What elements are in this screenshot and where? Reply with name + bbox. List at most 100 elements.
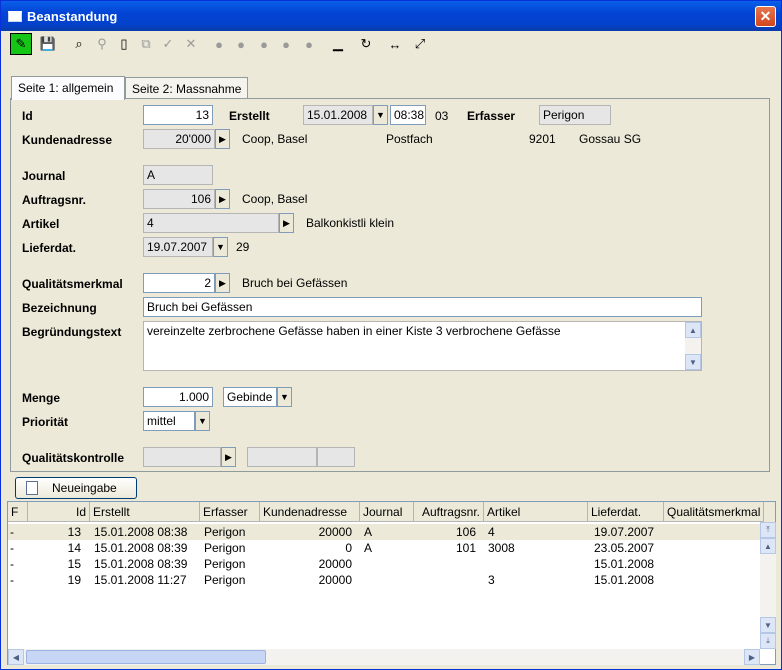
erstellt-date-field[interactable]: 15.01.2008: [303, 105, 373, 125]
grid-cell-erfasser: Perigon: [204, 557, 246, 571]
table-row[interactable]: - 19 15.01.2008 11:27 Perigon 20000 3 15.01.20…: [8, 572, 760, 588]
scroll-left-icon[interactable]: ◀: [8, 649, 24, 665]
minimize-button[interactable]: ▁: [327, 33, 349, 55]
erfasser-label: Erfasser: [467, 109, 516, 123]
chevron-down-icon: ▼: [198, 416, 207, 426]
scroll-up-icon[interactable]: ▲: [685, 322, 701, 338]
menge-unit-select[interactable]: Gebinde: [223, 387, 277, 407]
grid-vertical-scrollbar[interactable]: ⤒ ▲ ▼ ⤓: [760, 522, 776, 649]
kunde-postfach: Postfach: [386, 132, 433, 146]
qualitaetsmerkmal-lookup-button[interactable]: ▶: [215, 273, 230, 293]
qualitaetskontrolle-field-2[interactable]: [247, 447, 317, 467]
grid-column-header[interactable]: Artikel: [484, 502, 588, 522]
fit-width-icon: ↔: [388, 36, 402, 52]
scroll-top-icon[interactable]: ⤒: [760, 522, 776, 538]
table-row[interactable]: - 13 15.01.2008 08:38 Perigon 20000 A 106 4 19.0…: [8, 524, 760, 540]
artikel-field[interactable]: 4: [143, 213, 279, 233]
first-button[interactable]: ●: [208, 33, 230, 55]
table-row[interactable]: - 15 15.01.2008 08:39 Perigon 20000 15.01.200…: [8, 556, 760, 572]
scroll-bottom-icon[interactable]: ⤓: [760, 633, 776, 649]
app-window-icon: [8, 11, 22, 22]
approve-button[interactable]: ✓: [157, 33, 179, 55]
binoculars-icon: ⌕: [75, 36, 83, 51]
close-button[interactable]: ✕: [755, 6, 776, 27]
kundenadresse-lookup-button[interactable]: ▶: [215, 129, 230, 149]
auftragsnr-lookup-button[interactable]: ▶: [215, 189, 230, 209]
horizontal-scroll-thumb[interactable]: [26, 650, 266, 664]
refresh-button[interactable]: ↻: [355, 33, 377, 55]
stop-icon: ●: [260, 36, 268, 52]
chevron-down-icon: ▼: [280, 392, 289, 402]
journal-field[interactable]: A: [143, 165, 213, 185]
qualitaetskontrolle-field-3[interactable]: [317, 447, 355, 467]
auftragsnr-label: Auftragsnr.: [22, 193, 87, 207]
delete-icon: ✕: [185, 36, 197, 51]
table-row[interactable]: - 14 15.01.2008 08:39 Perigon 0 A 101 3008 23.05…: [8, 540, 760, 556]
edit-pencil-button[interactable]: ✎: [10, 33, 32, 55]
neueingabe-button[interactable]: Neueingabe: [15, 477, 137, 499]
lieferdat-dropdown[interactable]: ▼: [213, 237, 228, 257]
journal-label: Journal: [22, 169, 66, 183]
begruendung-scrollbar[interactable]: ▲ ▼: [685, 322, 701, 370]
grid-column-header[interactable]: Id: [28, 502, 90, 522]
save-button[interactable]: 💾: [37, 33, 59, 55]
prev-button[interactable]: ●: [230, 33, 252, 55]
erstellt-extra: 03: [435, 109, 449, 123]
grid-column-header[interactable]: Auftragsnr.: [414, 502, 484, 522]
beanstandung-window: Beanstandung ✕ ✎ 💾 ⌕ ⚲ ▯ ⧉ ✓ ✕ ● ● ● ● ● ▁ ↻ ↔ ⤢ Seite 1…: [0, 0, 782, 670]
grid-column-header[interactable]: F: [8, 502, 28, 522]
copy-button[interactable]: ⧉: [135, 33, 157, 55]
binoculars-button[interactable]: ⌕: [68, 33, 90, 55]
kunde-name: Coop, Basel: [242, 132, 308, 146]
grid-cell-erstellt: 15.01.2008 08:38: [94, 525, 188, 539]
erstellt-date-dropdown[interactable]: ▼: [373, 105, 388, 125]
artikel-lookup-button[interactable]: ▶: [279, 213, 294, 233]
prioritaet-label: Priorität: [22, 415, 69, 429]
first-icon: ●: [215, 36, 223, 52]
grid-column-header[interactable]: Erstellt: [90, 502, 200, 522]
lieferdat-label: Lieferdat.: [22, 241, 77, 255]
menge-field[interactable]: 1.000: [143, 387, 213, 407]
grid-column-header[interactable]: Qualitätsmerkmal: [664, 502, 764, 522]
id-field[interactable]: 13: [143, 105, 213, 125]
tab-seite-1[interactable]: Seite 1: allgemein: [11, 76, 125, 100]
scroll-up-icon[interactable]: ▲: [760, 538, 776, 554]
qualitaetskontrolle-lookup-button[interactable]: ▶: [221, 447, 236, 467]
prioritaet-dropdown[interactable]: ▼: [195, 411, 210, 431]
new-document-button[interactable]: ▯: [113, 33, 135, 55]
erstellt-time-field[interactable]: 08:38: [390, 105, 426, 125]
grid-horizontal-scrollbar[interactable]: ◀ ▶: [8, 649, 760, 665]
begruendungstext-textarea[interactable]: vereinzelte zerbrochene Gefässe haben in…: [143, 321, 702, 371]
chevron-down-icon: ▼: [216, 242, 225, 252]
erfasser-field[interactable]: Perigon: [539, 105, 611, 125]
next-button[interactable]: ●: [275, 33, 297, 55]
grid-cell-id: 13: [67, 525, 81, 539]
grid-column-header[interactable]: Lieferdat.: [588, 502, 664, 522]
last-button[interactable]: ●: [298, 33, 320, 55]
delete-button[interactable]: ✕: [180, 33, 202, 55]
scroll-down-icon[interactable]: ▼: [685, 354, 701, 370]
scroll-down-icon[interactable]: ▼: [760, 617, 776, 633]
scroll-right-icon[interactable]: ▶: [744, 649, 760, 665]
qualitaetskontrolle-field[interactable]: [143, 447, 221, 467]
qualitaetsmerkmal-field[interactable]: 2: [143, 273, 215, 293]
fit-width-button[interactable]: ↔: [384, 33, 406, 55]
id-label: Id: [22, 109, 33, 123]
grid-column-header[interactable]: Erfasser: [200, 502, 260, 522]
auftrag-name: Coop, Basel: [242, 192, 308, 206]
bezeichnung-field[interactable]: Bruch bei Gefässen: [143, 297, 702, 317]
fit-page-button[interactable]: ⤢: [409, 33, 431, 55]
menge-unit-dropdown[interactable]: ▼: [277, 387, 292, 407]
tab-seite-2[interactable]: Seite 2: Massnahme: [125, 77, 248, 99]
lieferdat-field[interactable]: 19.07.2007: [143, 237, 213, 257]
grid-column-header[interactable]: Journal: [360, 502, 414, 522]
fit-page-icon: ⤢: [414, 36, 426, 51]
kundenadresse-field[interactable]: 20'000: [143, 129, 215, 149]
title-bar[interactable]: Beanstandung ✕: [1, 1, 781, 31]
prioritaet-select[interactable]: mittel: [143, 411, 195, 431]
auftragsnr-field[interactable]: 106: [143, 189, 215, 209]
search-key-button[interactable]: ⚲: [91, 33, 113, 55]
chevron-right-icon: ▶: [283, 217, 290, 228]
grid-column-header[interactable]: Kundenadresse: [260, 502, 360, 522]
stop-button[interactable]: ●: [253, 33, 275, 55]
